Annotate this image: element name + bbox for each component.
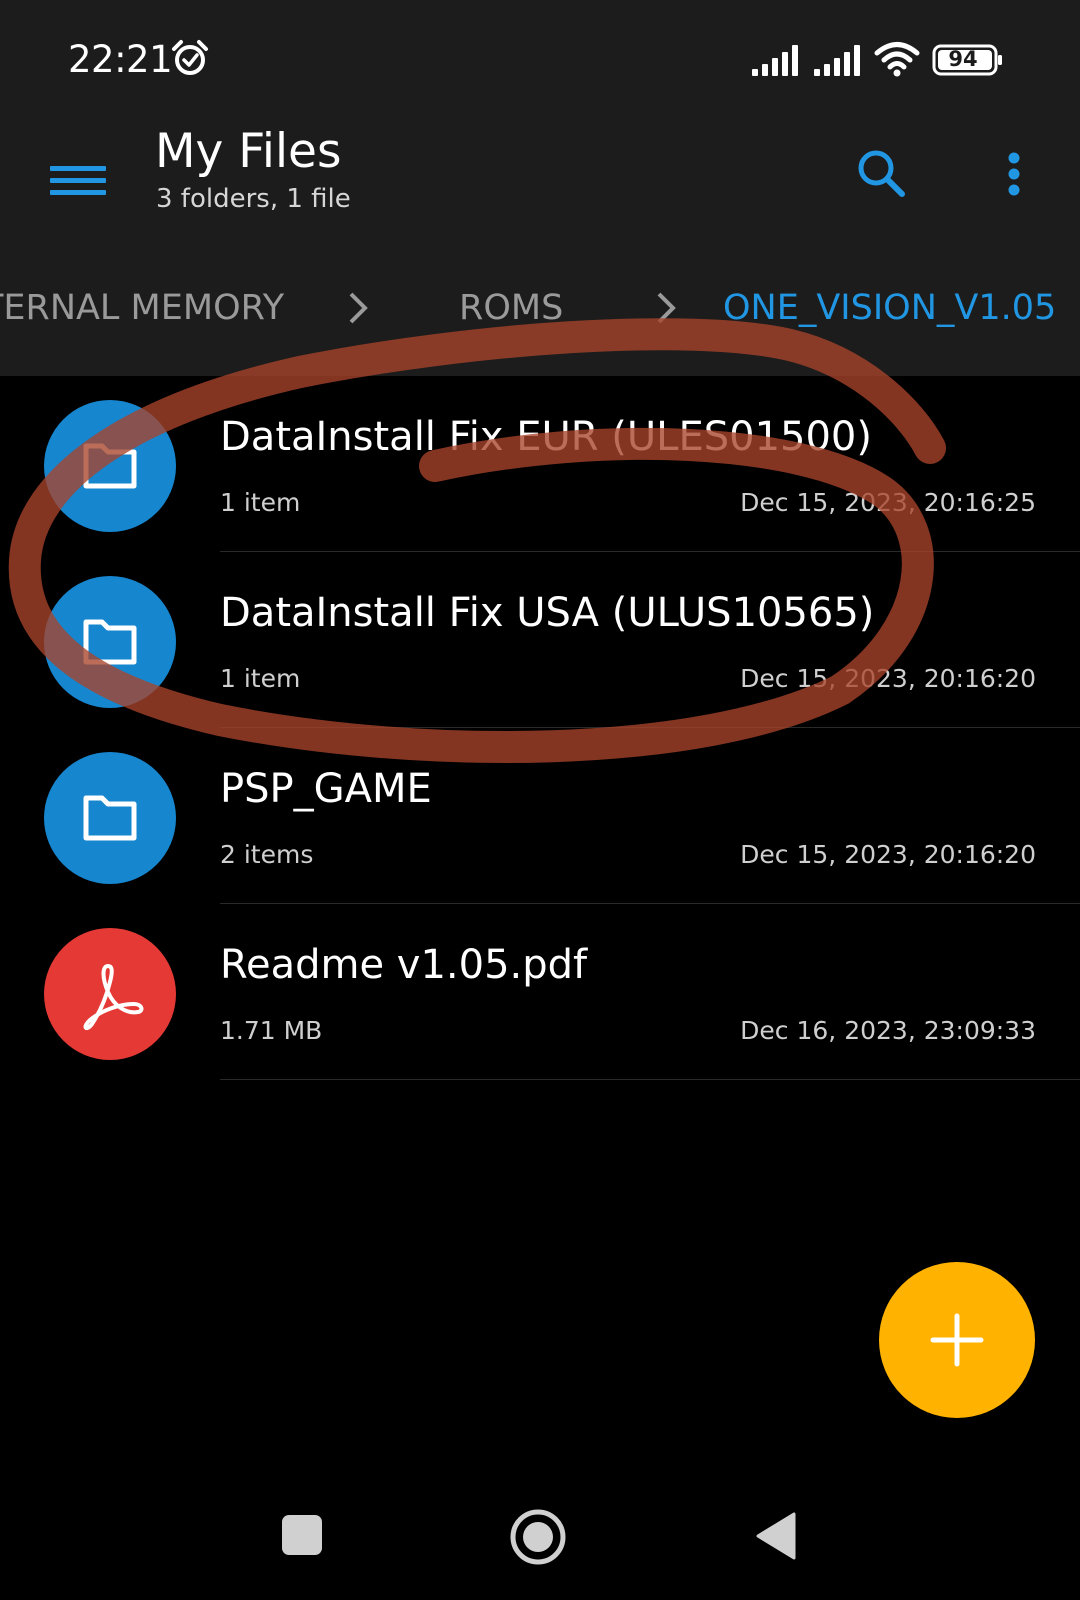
add-button[interactable] (879, 1262, 1035, 1418)
search-icon[interactable] (846, 138, 918, 210)
screen: 22:21 94 My Files 3 folders, 1 file TERN… (0, 0, 1080, 1600)
chevron-right-icon (657, 292, 676, 324)
file-meta: 2 items (220, 840, 314, 869)
file-meta: 1 item (220, 488, 301, 517)
status-bar: 22:21 94 (0, 0, 1080, 110)
file-name: PSP_GAME (220, 766, 432, 812)
more-vert-icon[interactable] (982, 138, 1046, 210)
breadcrumb-item-current[interactable]: ONE_VISION_V1.05 (723, 288, 1056, 328)
list-item[interactable]: DataInstall Fix USA (ULUS10565) 1 item D… (0, 552, 1080, 728)
back-icon[interactable] (754, 1512, 798, 1560)
file-name: Readme v1.05.pdf (220, 942, 588, 988)
file-date: Dec 15, 2023, 20:16:20 (740, 664, 1036, 693)
menu-icon[interactable] (42, 144, 114, 216)
divider (220, 1079, 1080, 1080)
list-item[interactable]: Readme v1.05.pdf 1.71 MB Dec 16, 2023, 2… (0, 904, 1080, 1080)
page-title: My Files (155, 124, 342, 179)
file-meta: 1 item (220, 664, 301, 693)
file-date: Dec 15, 2023, 20:16:20 (740, 840, 1036, 869)
chevron-right-icon (349, 292, 368, 324)
app-bar: My Files 3 folders, 1 file (0, 110, 1080, 250)
folder-icon (44, 752, 176, 884)
recents-icon[interactable] (280, 1513, 324, 1557)
file-date: Dec 16, 2023, 23:09:33 (740, 1016, 1036, 1045)
file-date: Dec 15, 2023, 20:16:25 (740, 488, 1036, 517)
breadcrumb-item-roms[interactable]: ROMS (459, 288, 563, 328)
folder-icon (44, 576, 176, 708)
home-icon[interactable] (509, 1508, 567, 1566)
file-name: DataInstall Fix EUR (ULES01500) (220, 414, 872, 460)
folder-icon (44, 400, 176, 532)
list-item[interactable]: PSP_GAME 2 items Dec 15, 2023, 20:16:20 (0, 728, 1080, 904)
breadcrumb-item-internal-memory[interactable]: TERNAL MEMORY (0, 288, 284, 328)
battery-level: 94 (948, 47, 978, 71)
signal-icon (814, 45, 860, 76)
status-time: 22:21 (68, 38, 173, 81)
list-item[interactable]: DataInstall Fix EUR (ULES01500) 1 item D… (0, 376, 1080, 552)
breadcrumb: TERNAL MEMORY ROMS ONE_VISION_V1.05 (0, 250, 1080, 376)
signal-icon (752, 45, 798, 76)
pdf-icon (44, 928, 176, 1060)
file-meta: 1.71 MB (220, 1016, 323, 1045)
file-name: DataInstall Fix USA (ULUS10565) (220, 590, 875, 636)
wifi-icon (874, 42, 920, 77)
page-subtitle: 3 folders, 1 file (156, 184, 351, 214)
alarm-icon (172, 40, 208, 75)
plus-icon (930, 1313, 984, 1367)
